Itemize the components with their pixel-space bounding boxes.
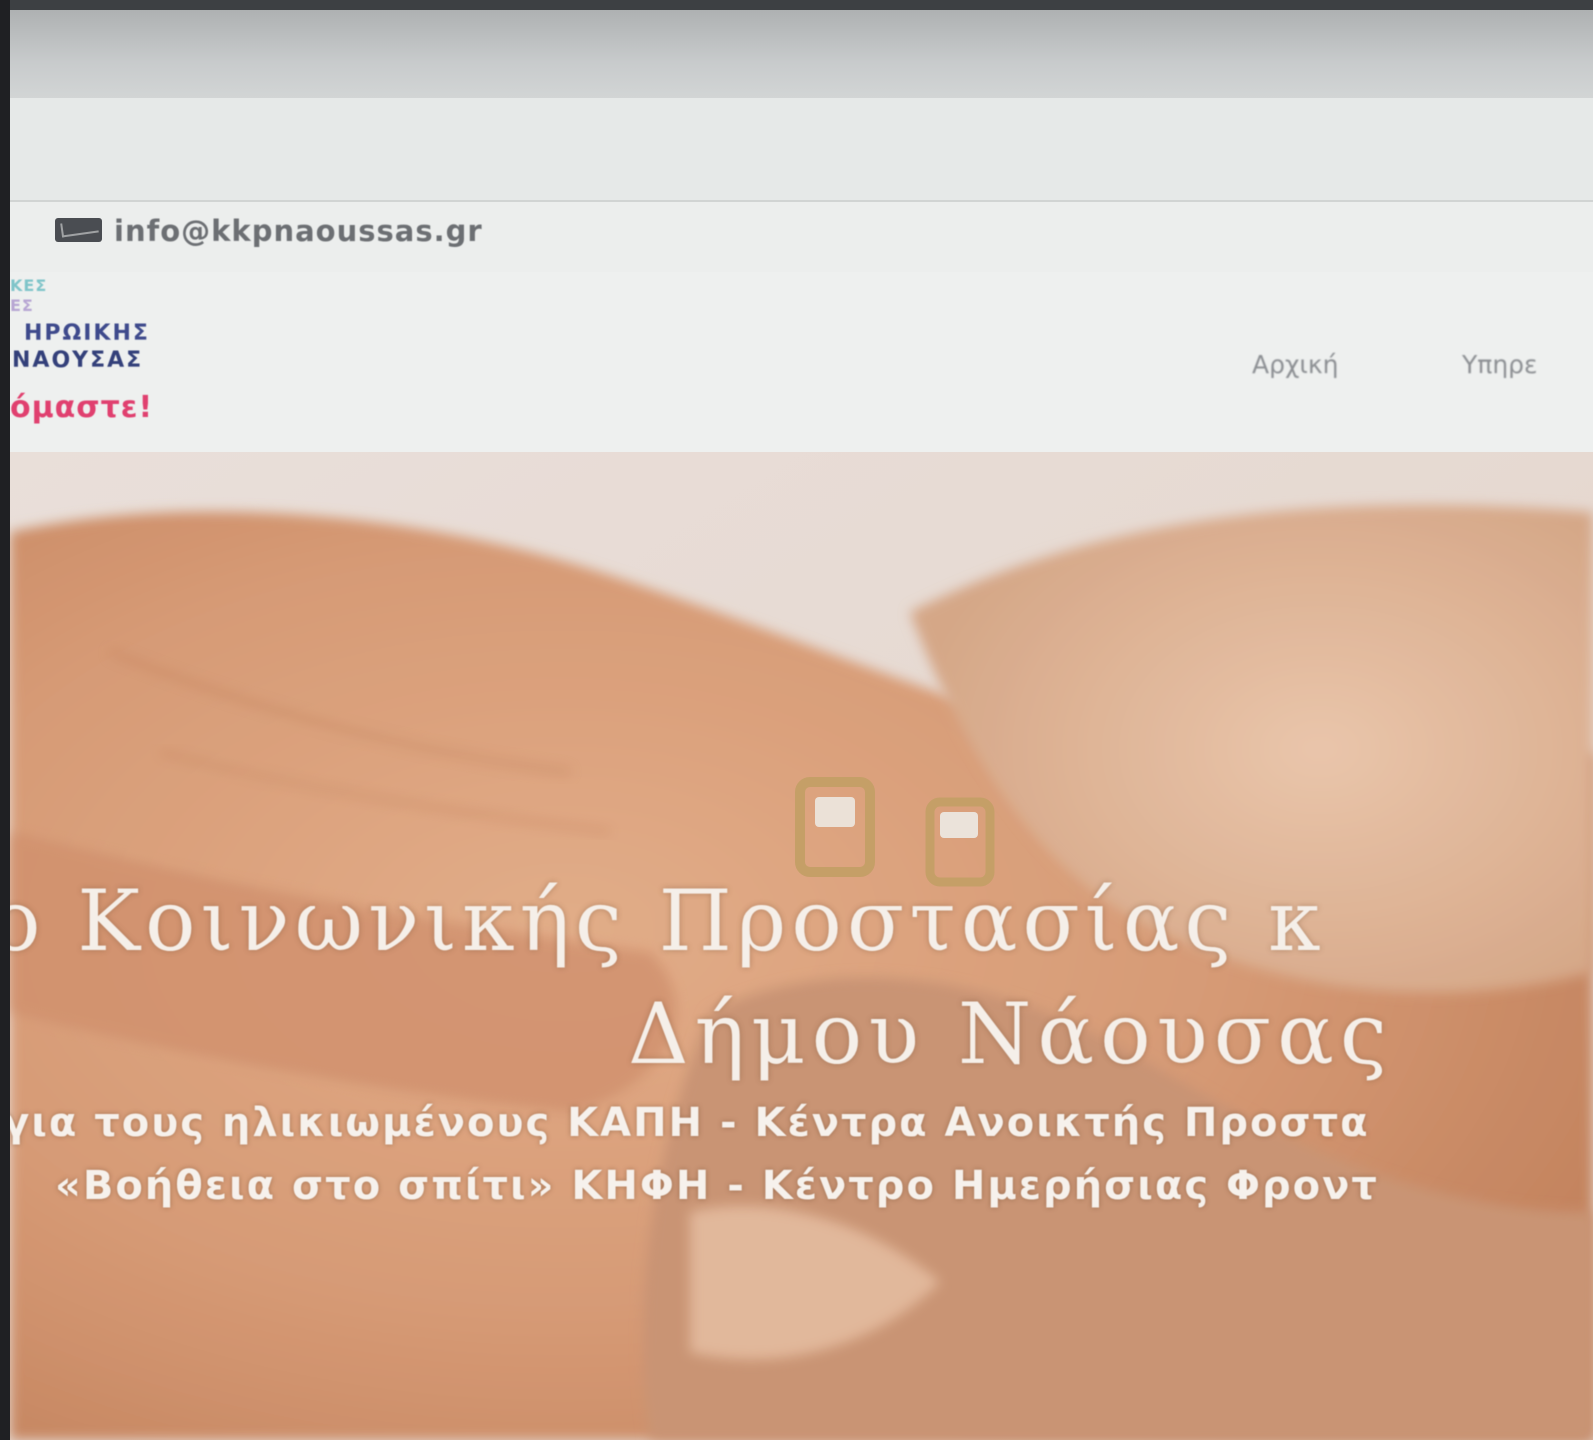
browser-chrome xyxy=(10,10,1593,98)
monitor-bezel xyxy=(0,0,10,1440)
hero-subtitle-line-2: «Βοήθεια στο σπίτι» ΚΗΦΗ - Κέντρο Ημερήσ… xyxy=(55,1163,1379,1209)
logo-text-line: ΚΕΣ xyxy=(10,276,48,295)
logo-slogan: όμαστε! xyxy=(10,390,154,425)
logo-text-line: ΗΡΩΙΚΗΣ xyxy=(24,321,150,346)
nav-link-services[interactable]: Υπηρε xyxy=(1462,350,1538,379)
contact-email-link[interactable]: info@kkpnaoussas.gr xyxy=(114,214,483,248)
hero-title-line-2: Δήμου Νάουσας xyxy=(628,985,1393,1083)
logo-text-line: ΝΑΟΥΣΑΣ xyxy=(12,348,144,373)
site-top-strip xyxy=(10,98,1593,202)
screen-top-edge xyxy=(10,0,1593,10)
hero-title-line-1: ο Κοινωνικής Προστασίας κ xyxy=(10,872,1326,970)
nav-link-home[interactable]: Αρχική xyxy=(1252,350,1338,379)
logo-text-line: ΕΣ xyxy=(10,296,34,315)
monitor-screen: info@kkpnaoussas.gr ΚΕΣ ΕΣ ΗΡΩΙΚΗΣ ΝΑΟΥΣ… xyxy=(10,0,1593,1440)
site-header xyxy=(10,272,1593,452)
hero-subtitle-line-1: για τους ηλικιωμένους ΚΑΠΗ - Κέντρα Ανοι… xyxy=(10,1100,1370,1146)
photo-frame: info@kkpnaoussas.gr ΚΕΣ ΕΣ ΗΡΩΙΚΗΣ ΝΑΟΥΣ… xyxy=(0,0,1593,1440)
site-logo[interactable]: ΚΕΣ ΕΣ ΗΡΩΙΚΗΣ ΝΑΟΥΣΑΣ όμαστε! xyxy=(10,276,230,446)
envelope-icon xyxy=(55,218,102,242)
